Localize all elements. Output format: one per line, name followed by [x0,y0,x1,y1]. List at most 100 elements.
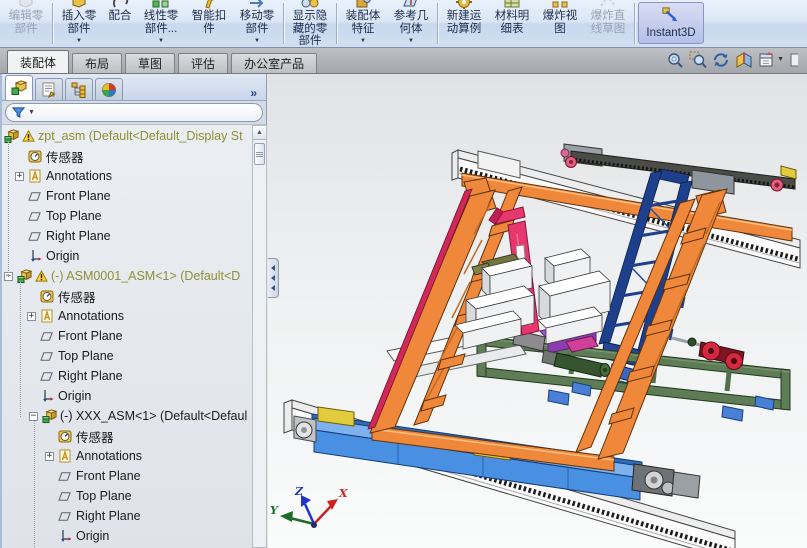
toolbar-button[interactable]: 配合 [104,0,136,47]
toolbar-button[interactable]: Instant3D [638,2,704,44]
toolbar-button[interactable]: 爆炸视图 [537,0,583,47]
toolbar-button[interactable]: 线性零部件... ▼ [138,0,184,47]
tree-expander[interactable]: + [45,451,54,461]
annotations-icon [58,448,74,464]
instant3d-icon [662,6,680,26]
model-3d[interactable]: Z X Y [268,74,807,548]
scroll-up-button[interactable]: ▲ [253,126,266,140]
tree-item[interactable]: Origin [2,526,253,546]
tree-expander[interactable]: + [27,311,36,321]
ribbon-tab[interactable]: 评估 [178,53,229,73]
toolbar-button[interactable]: 移动零部件 ▼ [234,0,280,47]
feature-manager-panel: » ▼ zpt_asm (Default<Default_Display St [0,74,267,548]
toolbar-button[interactable]: 材料明细表 [489,0,535,47]
tree-item[interactable]: Origin [2,246,253,266]
tree-item[interactable]: + Annotations [2,166,253,186]
view-tool-button[interactable]: ▼ [758,51,784,69]
main-toolbar: 编辑零部件 插入零部件 ▼ 配合 线性零部件... ▼ 智能扣件 移动零部件 ▼… [0,0,807,48]
toolbar-button[interactable]: 装配体特征 ▼ [340,0,386,47]
ribbon-tabs: 装配体 布局 草图 评估 办公室产品 [7,48,320,73]
configurationmanager-icon [71,82,87,98]
exploded-view-icon [551,0,569,9]
toolbar-button[interactable]: 参考几何体 ▼ [388,0,434,47]
tree-item[interactable]: zpt_asm (Default<Default_Display St [2,126,253,146]
toolbar-button[interactable]: 编辑零部件 [3,0,49,47]
panel-tab[interactable] [65,78,93,100]
toolbar-button[interactable]: 插入零部件 ▼ [56,0,102,47]
origin-icon [28,248,44,264]
tree-expander[interactable]: − [29,411,38,421]
panel-tab[interactable] [35,78,63,100]
toolbar-separator [336,3,337,44]
funnel-icon [11,106,26,119]
assembly-icon [4,128,20,144]
tree-connector [8,141,9,277]
tree-item[interactable]: 传感器 [2,426,253,446]
tree-connector [20,281,21,417]
filter-input[interactable]: ▼ [5,103,263,122]
tree-item[interactable]: 传感器 [2,146,253,166]
tree-item[interactable]: Top Plane [2,346,253,366]
tree-item[interactable]: − (-) XXX_ASM<1> (Default<Defaul [2,406,253,426]
view-tool-button[interactable] [666,51,684,69]
featuremanager-icon [11,80,28,96]
tree-item[interactable]: Front Plane [2,326,253,346]
panel-tab[interactable] [5,75,33,100]
scroll-thumb[interactable] [254,143,265,165]
assembly-features-icon [354,0,372,9]
tree-item[interactable]: − (-) ASM0001_ASM<1> (Default<D [2,266,253,286]
tree-item[interactable]: Right Plane [2,366,253,386]
panel-tab[interactable] [95,78,123,100]
panel-overflow-chevron[interactable]: » [250,86,266,100]
ribbon-tab[interactable]: 布局 [72,53,123,73]
collapse-left-icon [271,275,275,281]
toolbar-button[interactable]: 爆炸直线草图 [585,0,631,47]
tree-item[interactable]: Right Plane [2,506,253,526]
tree-item[interactable]: Front Plane [2,186,253,206]
ribbon-tab[interactable]: 草图 [125,53,176,73]
show-hidden-icon [301,0,319,9]
panel-tabs [5,74,125,100]
view-tools: ▼ [666,48,807,73]
assembly-icon [42,408,58,424]
toolbar-button[interactable]: 智能扣件 [186,0,232,47]
tree-item[interactable]: Origin [2,386,253,406]
panel-splitter[interactable] [268,258,279,298]
view-tool-button[interactable] [689,51,707,69]
toolbar-separator [52,3,53,44]
tree-expander[interactable]: + [15,171,24,181]
graphics-viewport[interactable]: Z X Y [268,74,807,548]
plane-icon [58,508,74,524]
plane-icon [58,468,74,484]
plane-icon [40,348,56,364]
tree-item[interactable]: Top Plane [2,486,253,506]
explode-line-sketch-icon [599,0,617,9]
tree-item[interactable]: 传感器 [2,286,253,306]
edit-part-icon [17,0,35,9]
warning-icon [35,268,49,284]
toolbar-button[interactable]: 显示隐藏的零部件 [287,0,333,47]
toolbar-separator [634,3,635,44]
linear-pattern-icon [152,0,170,9]
view-tool-button[interactable] [712,51,730,69]
orientation-triad: Z X Y [270,485,348,528]
tree-item[interactable]: + Annotations [2,306,253,326]
tree-item[interactable]: Right Plane [2,226,253,246]
tree-item[interactable]: + Annotations [2,446,253,466]
ribbon-tab[interactable]: 办公室产品 [231,53,318,73]
tree-item[interactable]: Top Plane [2,206,253,226]
view-tool-button[interactable] [735,51,753,69]
tree-scrollbar[interactable]: ▲ [252,125,267,548]
plane-icon [40,368,56,384]
toolbar-button[interactable]: 新建运动算例 [441,0,487,47]
ribbon-tab[interactable]: 装配体 [7,50,70,73]
plane-icon [28,188,44,204]
zoom-area-icon [689,51,707,69]
collapse-left-icon [271,285,275,291]
collapse-left-icon [271,265,275,271]
dropdown-arrow-icon[interactable]: ▼ [777,56,784,63]
annotations-icon [40,308,56,324]
dropdown-arrow-icon[interactable]: ▼ [28,109,35,116]
view-tool-button[interactable] [789,51,807,69]
tree-item[interactable]: Front Plane [2,466,253,486]
